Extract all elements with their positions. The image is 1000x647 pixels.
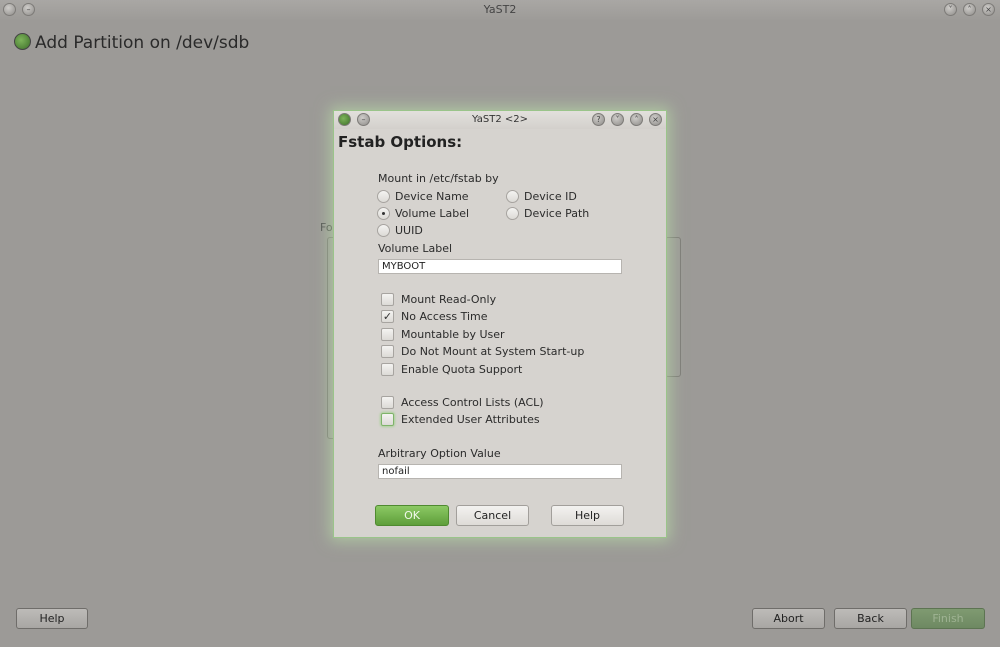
dialog-heading: Fstab Options: [338,133,463,151]
volume-label-caption: Volume Label [378,242,453,255]
dialog-maximize-icon[interactable]: ˄ [630,113,643,126]
checkbox-do-not-mount[interactable] [381,345,394,358]
page-title-text: Add Partition on /dev/sdb [35,33,250,53]
volume-label-input[interactable] [378,259,622,274]
finish-button[interactable]: Finish [911,608,985,629]
checkbox-mountable-by-user[interactable] [381,328,394,341]
checkbox-quota-support-label[interactable]: Enable Quota Support [401,363,522,376]
checkbox-acl[interactable] [381,396,394,409]
mount-by-label: Mount in /etc/fstab by [378,172,499,185]
checkbox-no-access-time-label[interactable]: No Access Time [401,310,488,323]
checkbox-extended-user-attributes[interactable] [381,413,394,426]
checkbox-quota-support[interactable] [381,363,394,376]
checkbox-mount-read-only[interactable] [381,293,394,306]
main-titlebar: – YaST2 ˅ ˄ × [0,0,1000,20]
dialog-help-button[interactable]: Help [551,505,624,526]
radio-device-path[interactable] [506,207,519,220]
checkbox-mount-read-only-label[interactable]: Mount Read-Only [401,293,496,306]
ok-button[interactable]: OK [375,505,449,526]
radio-device-name-label[interactable]: Device Name [395,190,469,203]
background-label: Fo [320,221,333,234]
checkbox-acl-label[interactable]: Access Control Lists (ACL) [401,396,544,409]
radio-uuid[interactable] [377,224,390,237]
checkbox-extended-user-attributes-label[interactable]: Extended User Attributes [401,413,540,426]
checkbox-do-not-mount-label[interactable]: Do Not Mount at System Start-up [401,345,584,358]
dialog-close-icon[interactable]: × [649,113,662,126]
radio-volume-label[interactable] [377,207,390,220]
maximize-icon[interactable]: ˄ [963,3,976,16]
checkbox-mountable-by-user-label[interactable]: Mountable by User [401,328,505,341]
fstab-options-dialog: – YaST2 <2> ? ˅ ˄ × Fstab Options: Mount… [333,110,667,538]
back-button[interactable]: Back [834,608,907,629]
background-frame-right [665,237,681,377]
minimize-icon[interactable]: ˅ [944,3,957,16]
window-title: YaST2 [483,3,517,16]
arbitrary-option-caption: Arbitrary Option Value [378,447,501,460]
dialog-minimize-icon[interactable]: ˅ [611,113,624,126]
close-icon[interactable]: × [982,3,995,16]
dialog-help-icon[interactable]: ? [592,113,605,126]
radio-device-name[interactable] [377,190,390,203]
cancel-button[interactable]: Cancel [456,505,529,526]
abort-button[interactable]: Abort [752,608,825,629]
yast-logo-icon [14,33,31,50]
help-button[interactable]: Help [16,608,88,629]
checkbox-no-access-time[interactable]: ✓ [381,310,394,323]
radio-device-path-label[interactable]: Device Path [524,207,589,220]
radio-device-id-label[interactable]: Device ID [524,190,577,203]
dialog-titlebar: – YaST2 <2> ? ˅ ˄ × [334,111,666,129]
radio-device-id[interactable] [506,190,519,203]
page-title: Add Partition on /dev/sdb [14,33,249,53]
radio-uuid-label[interactable]: UUID [395,224,423,237]
radio-volume-label-label[interactable]: Volume Label [395,207,469,220]
arbitrary-option-input[interactable] [378,464,622,479]
